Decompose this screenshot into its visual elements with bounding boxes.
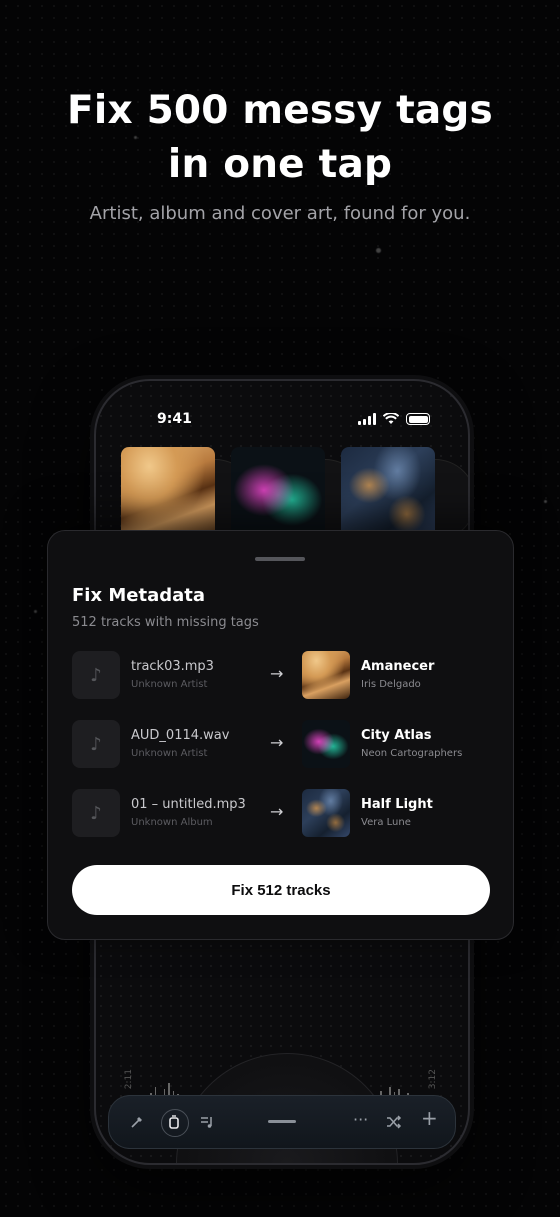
album-cover-marble[interactable]	[341, 447, 435, 543]
battery-icon	[406, 413, 430, 425]
shuffle-icon[interactable]	[386, 1114, 402, 1130]
track-artist: Iris Delgado	[361, 679, 421, 690]
cover-art	[302, 720, 350, 768]
music-note-icon: ♪	[72, 651, 120, 699]
track-title: Amanecer	[361, 659, 435, 674]
fix-metadata-sheet: Fix Metadata 512 tracks with missing tag…	[47, 530, 514, 940]
elapsed-time: 2:11	[124, 1069, 134, 1090]
track-artist: Vera Lune	[361, 817, 411, 828]
sparkle	[376, 248, 381, 253]
track-artist: Neon Cartographers	[361, 748, 463, 759]
more-icon[interactable]: ···	[353, 1112, 368, 1128]
music-note-icon: ♪	[72, 789, 120, 837]
library-icon[interactable]	[166, 1114, 182, 1130]
handle-icon[interactable]	[268, 1120, 296, 1123]
brush-icon[interactable]	[129, 1114, 145, 1130]
track-title: Half Light	[361, 797, 433, 812]
file-status: Unknown Artist	[131, 679, 208, 690]
sheet-subtitle: 512 tracks with missing tags	[72, 615, 259, 630]
file-status: Unknown Album	[131, 817, 213, 828]
wifi-icon	[383, 413, 399, 424]
file-status: Unknown Artist	[131, 748, 208, 759]
hero-title: Fix 500 messy tags in one tap	[0, 84, 560, 192]
arrow-right-icon: →	[270, 733, 284, 752]
file-name: track03.mp3	[131, 659, 214, 674]
status-icons	[358, 411, 430, 427]
album-cover-desert[interactable]	[121, 447, 215, 543]
arrow-right-icon: →	[270, 664, 284, 683]
track-title: City Atlas	[361, 728, 432, 743]
hero-title-line2: in one tap	[167, 142, 393, 187]
album-cover-aurora[interactable]	[231, 447, 325, 543]
arrow-right-icon: →	[270, 802, 284, 821]
list-item[interactable]: ♪ AUD_0114.wav Unknown Artist → City Atl…	[72, 720, 492, 770]
file-name: 01 – untitled.mp3	[131, 797, 246, 812]
cover-art	[302, 651, 350, 699]
list-item[interactable]: ♪ 01 – untitled.mp3 Unknown Album → Half…	[72, 789, 492, 839]
file-name: AUD_0114.wav	[131, 728, 230, 743]
status-time: 9:41	[157, 411, 192, 427]
fix-tracks-button[interactable]: Fix 512 tracks	[72, 865, 490, 915]
sheet-handle[interactable]	[255, 557, 305, 561]
player-dock: ··· +	[108, 1095, 456, 1149]
plus-icon[interactable]: +	[421, 1108, 438, 1128]
signal-icon	[358, 413, 376, 425]
hero-subtitle: Artist, album and cover art, found for y…	[89, 203, 471, 224]
sheet-title: Fix Metadata	[72, 585, 205, 606]
queue-icon[interactable]	[199, 1114, 215, 1130]
sparkle	[34, 610, 37, 613]
total-time: 3:12	[428, 1069, 438, 1090]
list-item[interactable]: ♪ track03.mp3 Unknown Artist → Amanecer …	[72, 651, 492, 701]
cover-art	[302, 789, 350, 837]
sparkle	[544, 500, 547, 503]
hero-title-line1: Fix 500 messy tags	[67, 88, 493, 133]
music-note-icon: ♪	[72, 720, 120, 768]
